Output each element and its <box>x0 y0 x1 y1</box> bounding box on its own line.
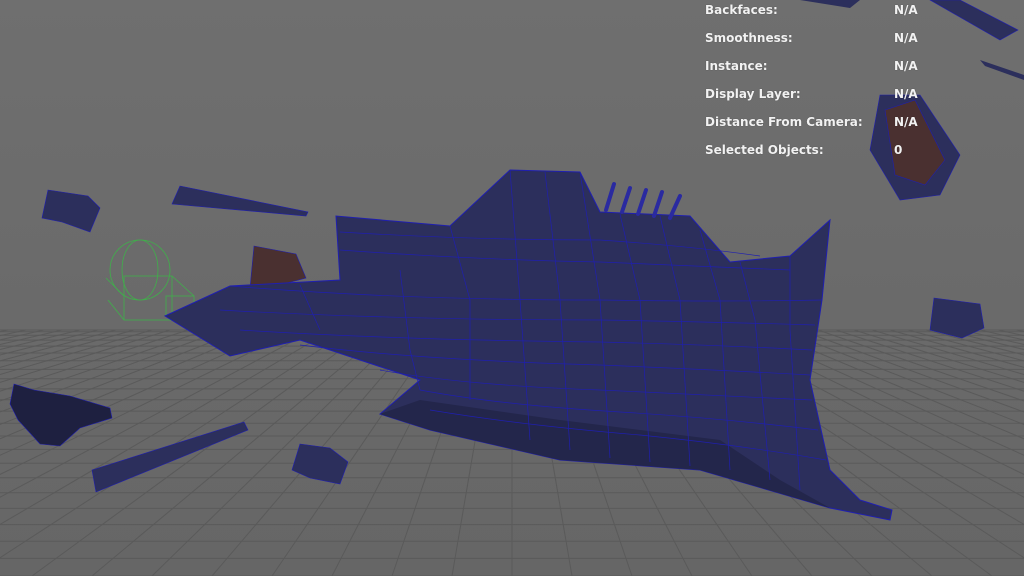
camera-wireframe-icon[interactable] <box>105 239 195 321</box>
debris-shard-left[interactable] <box>171 185 309 217</box>
hud-value: N/A <box>894 31 918 45</box>
hud-label: Distance From Camera: <box>705 115 863 129</box>
ship-mesh[interactable] <box>163 169 893 521</box>
hud-value: N/A <box>894 115 918 129</box>
hud-row-smoothness: Smoothness: N/A <box>705 28 1005 48</box>
hud-label: Backfaces: <box>705 3 778 17</box>
hud-label: Instance: <box>705 59 768 73</box>
hud-value: 0 <box>894 143 903 157</box>
debris-bottom-left[interactable] <box>9 383 113 447</box>
hud-row-display-layer: Display Layer: N/A <box>705 84 1005 104</box>
debris-left-small[interactable] <box>41 189 101 233</box>
hud-row-selected-objects: Selected Objects: 0 <box>705 140 1005 160</box>
hud-row-backfaces: Backfaces: N/A <box>705 0 1005 20</box>
hud-label: Selected Objects: <box>705 143 824 157</box>
debris-right-mid[interactable] <box>929 297 985 339</box>
hud-label: Smoothness: <box>705 31 793 45</box>
hud-value: N/A <box>894 59 918 73</box>
hud-value: N/A <box>894 87 918 101</box>
viewport-3d[interactable]: Backfaces: N/A Smoothness: N/A Instance:… <box>0 0 1024 576</box>
debris-brown-left[interactable] <box>249 245 307 289</box>
hud-row-distance-from-camera: Distance From Camera: N/A <box>705 112 1005 132</box>
hud-label: Display Layer: <box>705 87 801 101</box>
hud-row-instance: Instance: N/A <box>705 56 1005 76</box>
hud-value: N/A <box>894 3 918 17</box>
